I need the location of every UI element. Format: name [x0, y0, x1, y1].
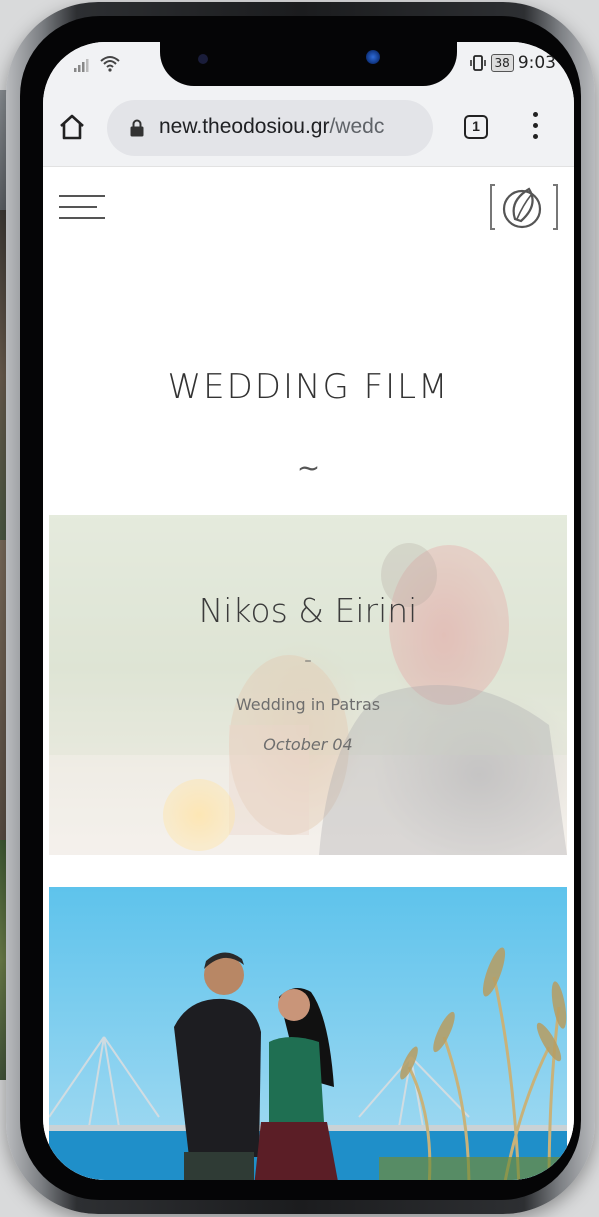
card-subtitle: Wedding in Patras	[235, 695, 381, 714]
battery-level: 38	[490, 54, 514, 72]
page-title: WEDDING FILM	[167, 367, 450, 407]
card-date: October 04	[263, 735, 353, 754]
title-divider: ~	[296, 451, 321, 484]
leaf-logo-icon[interactable]	[489, 181, 559, 233]
browser-toolbar: new.theodosiou.gr/wedc 1	[43, 90, 574, 167]
status-left	[73, 54, 121, 76]
address-bar[interactable]: new.theodosiou.gr/wedc	[107, 100, 433, 156]
status-right: 38 9:03	[469, 53, 556, 73]
tab-switcher-button[interactable]: 1	[464, 115, 488, 139]
status-time: 9:03	[517, 53, 556, 73]
sensor-dot	[198, 54, 208, 64]
card-title[interactable]: Nikos & Eirini	[49, 591, 567, 630]
card-overlay	[49, 515, 567, 855]
wedding-card[interactable]: Nikos & Eirini – Wedding in Patras Octob…	[49, 515, 567, 855]
couple-photo	[49, 887, 567, 1180]
status-bar: 38 9:03	[43, 42, 574, 90]
more-vert-icon[interactable]	[529, 112, 541, 142]
couple-photo-card[interactable]	[49, 887, 567, 1180]
wifi-icon	[100, 56, 120, 72]
url-host: new.theodosiou.gr	[159, 115, 330, 138]
url-path: /wedc	[329, 115, 385, 138]
vibrate-icon	[469, 55, 486, 71]
phone-screen: 38 9:03 new.theodosiou.gr/wedc 1 WEDDING…	[43, 42, 574, 1180]
website-content: WEDDING FILM ~ Nikos & Eirini – Wedding …	[43, 167, 574, 1180]
hamburger-menu-icon[interactable]	[59, 193, 107, 223]
camera-notch	[160, 42, 457, 86]
front-camera	[366, 50, 380, 64]
card-dash: –	[304, 653, 312, 669]
home-icon[interactable]	[57, 112, 87, 142]
signal-bars-icon	[74, 59, 89, 72]
url-text[interactable]: new.theodosiou.gr/wedc	[159, 115, 429, 139]
lock-icon[interactable]	[129, 119, 145, 137]
